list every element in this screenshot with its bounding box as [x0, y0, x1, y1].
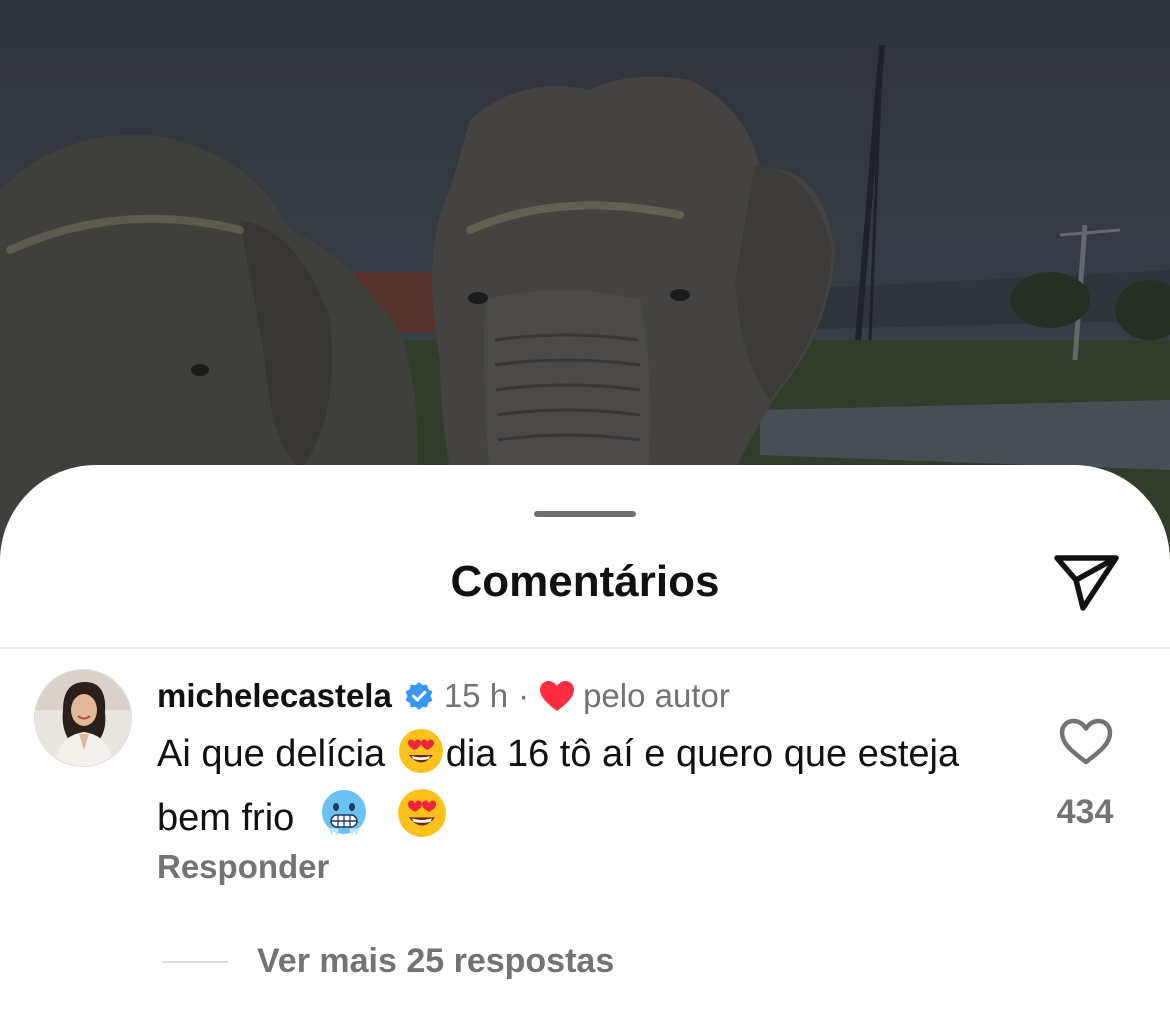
sheet-drag-handle[interactable]: [534, 511, 636, 517]
avatar[interactable]: [35, 670, 131, 766]
sheet-title: Comentários: [450, 557, 720, 606]
cold-face-emoji-icon: [319, 788, 369, 852]
paper-plane-icon: [1054, 555, 1119, 611]
view-more-replies-button[interactable]: Ver mais 25 respostas: [257, 942, 614, 981]
like-button[interactable]: [1058, 717, 1114, 767]
comment-header: michelecastela 15 h · pelo autor: [157, 675, 730, 717]
liked-by-author-label: pelo autor: [583, 677, 730, 714]
separator-dot: ·: [518, 677, 530, 714]
heart-eyes-emoji-icon: [398, 728, 444, 788]
comment-username[interactable]: michelecastela: [157, 677, 392, 715]
heart-eyes-emoji-icon: [397, 788, 447, 852]
heart-outline-icon: [1059, 718, 1113, 765]
red-heart-icon: [539, 680, 575, 712]
comments-sheet: Comentários michelecastela 15 h · pelo a…: [0, 465, 1170, 1029]
reply-button[interactable]: Responder: [157, 848, 329, 886]
share-button[interactable]: [1050, 547, 1124, 617]
like-count: 434: [1056, 793, 1114, 831]
verified-badge-icon: [404, 681, 434, 711]
header-divider: [0, 647, 1170, 649]
comment-time: 15 h: [443, 677, 509, 714]
comment-text-part1: Ai que delícia: [157, 733, 386, 775]
comment-text: Ai que delícia dia 16 tô aí e quero que …: [157, 728, 977, 852]
replies-line: [162, 961, 228, 963]
